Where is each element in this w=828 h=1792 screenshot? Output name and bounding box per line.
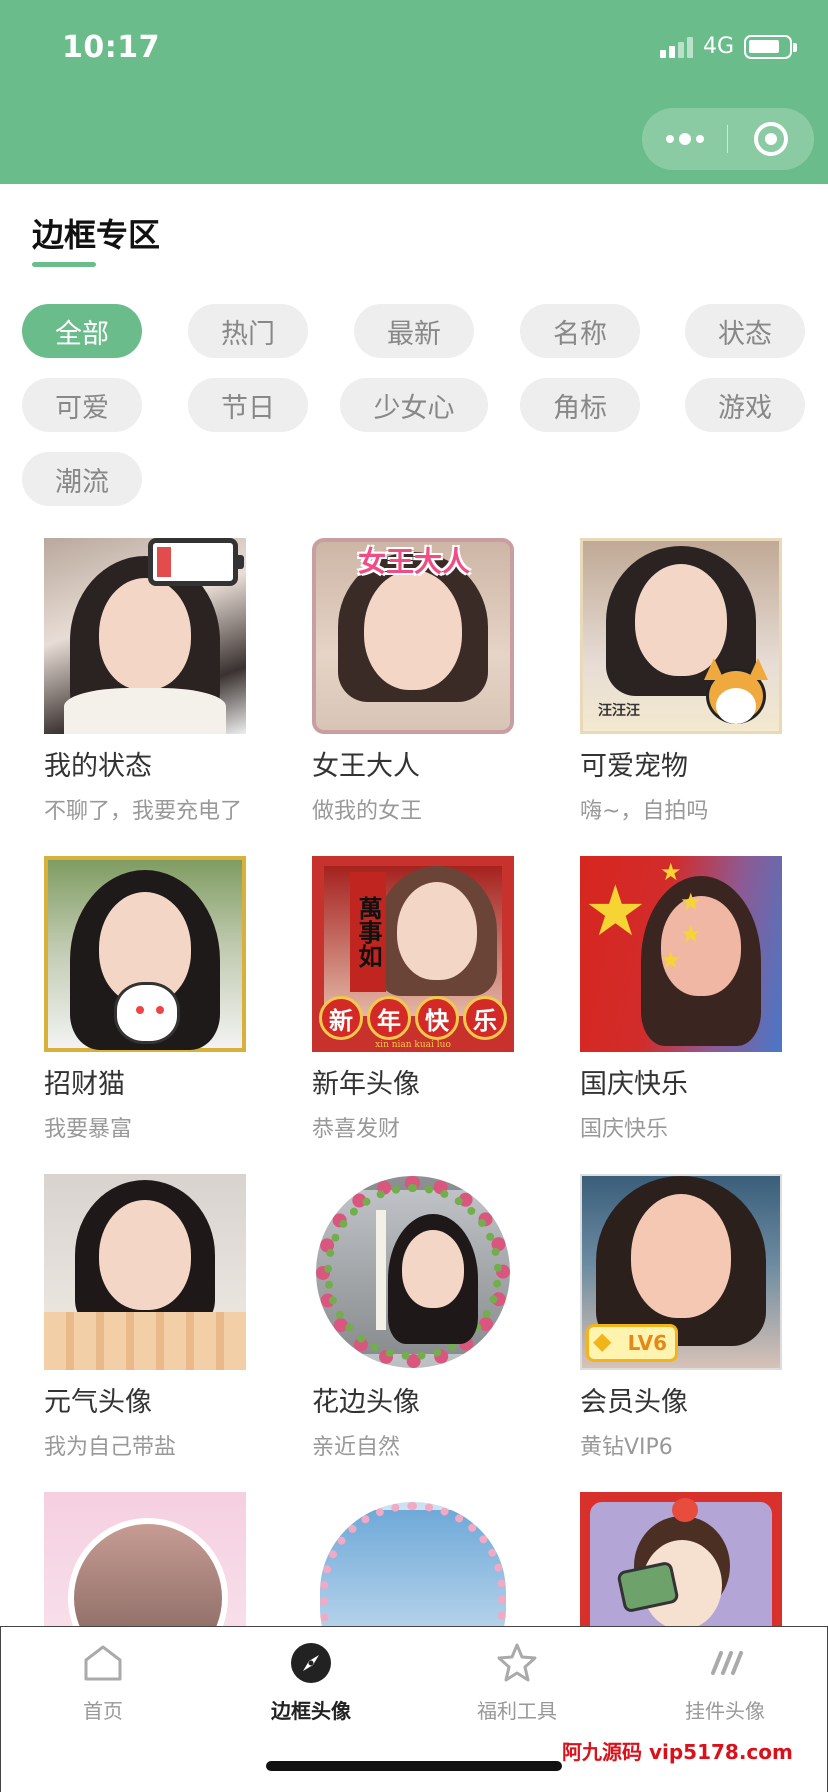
frame-thumbnail: ◆ LV6	[580, 1174, 782, 1370]
frame-thumbnail	[312, 1174, 514, 1370]
battery-icon	[744, 34, 797, 59]
frame-desc: 不聊了，我要充电了	[44, 799, 243, 824]
network-type: 4G	[702, 34, 734, 59]
status-time: 10:17	[62, 30, 160, 65]
title-underline	[32, 262, 96, 267]
frame-card-floral[interactable]: 花边头像 亲近自然	[312, 1174, 518, 1461]
frame-card-status[interactable]: 我的状态 不聊了，我要充电了	[44, 538, 250, 825]
home-indicator[interactable]	[266, 1761, 562, 1771]
tab-pendant-avatar[interactable]: 挂件头像	[645, 1641, 805, 1724]
frame-name: 新年头像	[312, 1069, 420, 1100]
filter-chip-status[interactable]: 状态	[685, 304, 805, 358]
small-star-icon: ★	[680, 920, 702, 948]
target-icon	[753, 122, 788, 156]
filter-chip-girly[interactable]: 少女心	[340, 378, 488, 432]
frame-desc: 亲近自然	[312, 1435, 401, 1460]
queen-sticker-text: 女王大人	[357, 545, 470, 578]
tab-welfare-tools[interactable]: 福利工具	[437, 1641, 597, 1724]
filter-chip-holiday[interactable]: 节日	[188, 378, 308, 432]
frame-name: 招财猫	[44, 1069, 125, 1100]
small-star-icon: ★	[660, 946, 682, 974]
miniprogram-capsule	[642, 108, 814, 170]
frame-name: 国庆快乐	[580, 1069, 688, 1100]
watermark: 阿九源码 vip5178.com	[562, 1740, 793, 1764]
lucky-cat-icon	[114, 982, 180, 1044]
battery-frame-icon	[148, 538, 244, 586]
frame-name: 元气头像	[44, 1387, 152, 1418]
frame-thumbnail	[44, 1174, 246, 1370]
close-miniprogram-button[interactable]	[728, 108, 813, 170]
frame-desc: 我为自己带盐	[44, 1435, 177, 1460]
frame-card-new-year[interactable]: 萬事如 新 年 快 乐 xin nian kuai luo 新年头像 恭喜发财	[312, 856, 518, 1143]
signal-icon	[659, 36, 693, 58]
frame-card-energetic[interactable]: 元气头像 我为自己带盐	[44, 1174, 250, 1461]
frame-thumbnail: 女王大人	[312, 538, 514, 734]
more-dots-icon	[665, 133, 704, 145]
vip-level-badge: ◆ LV6	[586, 1324, 678, 1362]
pet-caption: 汪汪汪	[598, 703, 640, 719]
frame-thumbnail	[44, 856, 246, 1052]
frame-desc: 国庆快乐	[580, 1117, 669, 1142]
tab-label: 首页	[83, 1699, 123, 1723]
corgi-sticker-icon	[696, 658, 776, 734]
home-icon	[81, 1641, 125, 1685]
filter-chip-hot[interactable]: 热门	[188, 304, 308, 358]
star-icon	[495, 1641, 539, 1685]
page-title: 边框专区	[32, 216, 161, 254]
big-star-icon: ★	[584, 870, 647, 952]
frame-name: 花边头像	[312, 1387, 420, 1418]
frame-card-lucky-cat[interactable]: 招财猫 我要暴富	[44, 856, 250, 1143]
filter-chip-latest[interactable]: 最新	[354, 304, 474, 358]
small-star-icon: ★	[680, 888, 702, 916]
tab-label: 挂件头像	[685, 1699, 765, 1723]
status-indicators: 4G	[659, 34, 797, 59]
tab-label: 边框头像	[271, 1699, 351, 1723]
frame-thumbnail	[44, 538, 246, 734]
cny-char: 年	[367, 996, 411, 1040]
frame-desc: 恭喜发财	[312, 1117, 401, 1142]
slashes-icon	[703, 1641, 747, 1685]
frame-thumbnail: 汪汪汪	[580, 538, 782, 734]
tab-label: 福利工具	[477, 1699, 557, 1723]
frame-card-vip[interactable]: ◆ LV6 会员头像 黄钻VIP6	[580, 1174, 786, 1461]
vip-level-text: LV6	[627, 1331, 667, 1355]
cny-char: 快	[415, 996, 459, 1040]
frame-desc: 黄钻VIP6	[580, 1435, 673, 1460]
filter-chip-corner[interactable]: 角标	[520, 378, 640, 432]
frame-thumbnail: 萬事如 新 年 快 乐 xin nian kuai luo	[312, 856, 514, 1052]
filter-chip-cute[interactable]: 可爱	[22, 378, 142, 432]
compass-icon	[289, 1641, 333, 1685]
filter-chip-all[interactable]: 全部	[22, 304, 142, 358]
cny-char: 新	[319, 996, 363, 1040]
diamond-icon: ◆	[593, 1327, 612, 1355]
frame-name: 我的状态	[44, 751, 152, 782]
frame-desc: 我要暴富	[44, 1117, 133, 1142]
filter-chip-game[interactable]: 游戏	[685, 378, 805, 432]
frame-card-pet[interactable]: 汪汪汪 可爱宠物 嗨~，自拍吗	[580, 538, 786, 825]
more-button[interactable]	[642, 108, 727, 170]
filter-chip-trend[interactable]: 潮流	[22, 452, 142, 506]
frame-thumbnail: ★ ★ ★ ★ ★	[580, 856, 782, 1052]
frame-desc: 嗨~，自拍吗	[580, 799, 709, 824]
tab-home[interactable]: 首页	[23, 1641, 183, 1724]
filter-chip-name[interactable]: 名称	[520, 304, 640, 358]
app-header: 10:17 4G	[0, 0, 828, 184]
tab-frame-avatar[interactable]: 边框头像	[231, 1641, 391, 1724]
new-year-scroll: 萬事如	[350, 872, 386, 992]
frame-name: 可爱宠物	[580, 751, 688, 782]
frame-name: 会员头像	[580, 1387, 688, 1418]
frame-name: 女王大人	[312, 751, 420, 782]
small-star-icon: ★	[660, 858, 682, 886]
frame-desc: 做我的女王	[312, 799, 423, 824]
cny-char: 乐	[463, 996, 507, 1040]
frame-card-national-day[interactable]: ★ ★ ★ ★ ★ 国庆快乐 国庆快乐	[580, 856, 786, 1143]
frame-card-queen[interactable]: 女王大人 女王大人 做我的女王	[312, 538, 518, 825]
cny-pinyin: xin nian kuai luo	[375, 1040, 451, 1050]
